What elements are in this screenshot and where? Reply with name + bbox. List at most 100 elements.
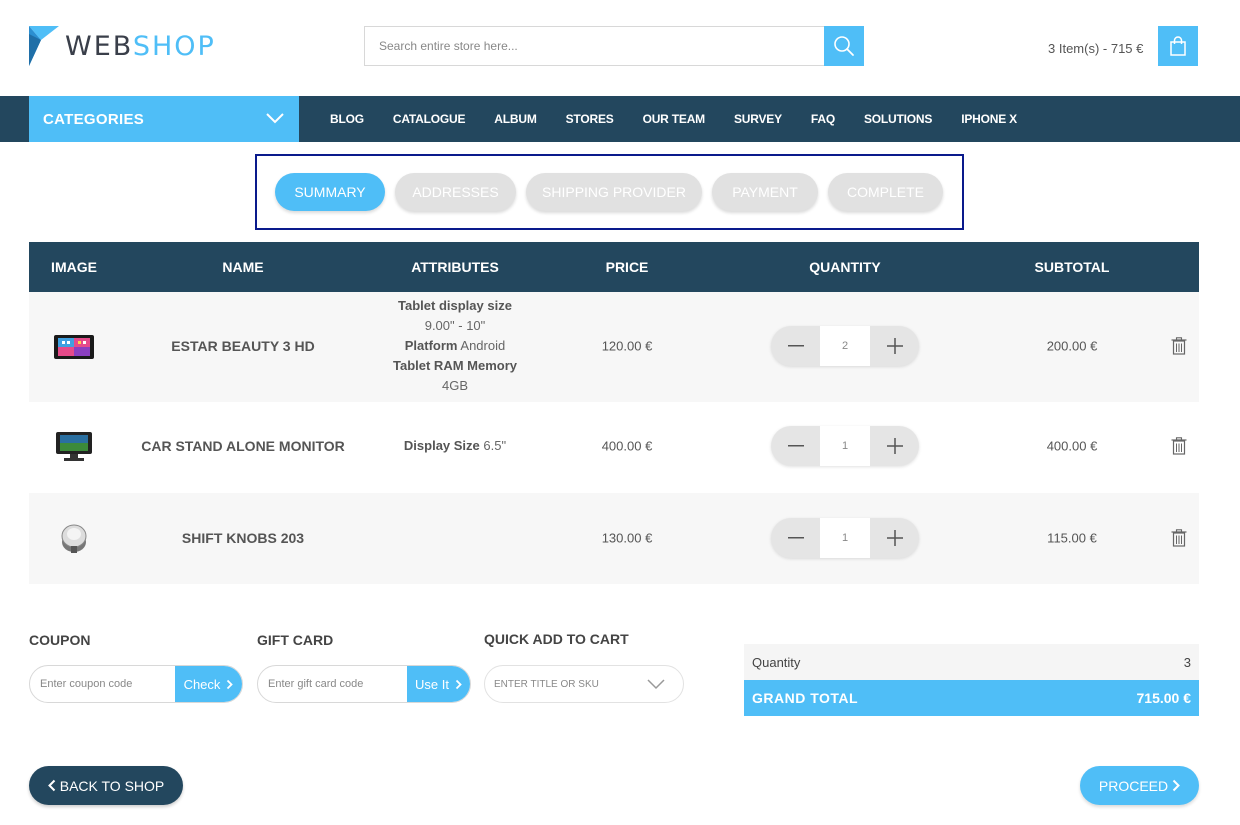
product-attributes: Tablet display size 9.00" - 10" Platform… [393,296,517,396]
product-subtotal: 200.00 € [1046,338,1098,354]
decrease-button[interactable] [771,426,820,466]
categories-dropdown[interactable]: CATEGORIES [29,96,299,142]
logo[interactable]: WEBSHOP [29,26,216,66]
categories-label: CATEGORIES [43,110,145,128]
chevron-right-icon [455,679,462,689]
trash-icon[interactable] [1171,337,1187,355]
header-image: IMAGE [51,259,97,275]
header-attributes: ATTRIBUTES [411,259,499,275]
nav-item-survey[interactable]: SURVEY [734,112,782,126]
increase-button[interactable] [870,426,919,466]
trash-icon[interactable] [1171,529,1187,547]
shift-knob-image[interactable] [58,522,90,554]
nav-item-iphone-x[interactable]: IPHONE X [961,112,1017,126]
coupon-input[interactable]: Enter coupon code [30,666,175,702]
plus-icon [886,338,903,354]
product-name[interactable]: ESTAR BEAUTY 3 HD [171,338,314,354]
quantity-total: 3 [1183,654,1191,670]
gift-card-title: GIFT CARD [257,632,334,648]
car-monitor-image[interactable] [54,430,94,462]
chevron-down-icon [266,113,284,124]
grand-total-label: GRAND TOTAL [752,690,859,706]
step-summary[interactable]: SUMMARY [275,173,385,211]
step-complete[interactable]: COMPLETE [828,173,943,211]
step-shipping-provider[interactable]: SHIPPING PROVIDER [526,173,702,211]
gift-card-input[interactable]: Enter gift card code [258,666,407,702]
minus-icon [787,345,804,347]
tablet-image[interactable] [54,335,94,359]
nav-item-blog[interactable]: BLOG [330,112,364,126]
increase-button[interactable] [870,518,919,558]
chevron-right-icon [227,679,234,689]
nav-item-album[interactable]: ALBUM [494,112,537,126]
attr-label: Tablet RAM Memory [393,358,517,373]
logo-mark-icon [29,26,59,66]
search-button[interactable] [824,26,864,66]
attr-label: Display Size [403,438,480,453]
nav-item-stores[interactable]: STORES [566,112,614,126]
minus-icon [787,537,804,539]
quantity-value[interactable]: 1 [820,518,870,558]
grand-total-row: GRAND TOTAL 715.00 € [744,680,1199,716]
minus-icon [787,445,804,447]
use-gift-card-button[interactable]: Use It [407,666,470,702]
product-price: 120.00 € [601,338,653,354]
search-input[interactable] [364,26,824,66]
product-subtotal: 115.00 € [1047,530,1097,546]
attr-value: 6.5" [483,438,507,453]
chevron-right-icon [1172,779,1181,792]
cart-summary[interactable]: 3 Item(s) - 715 € [1048,41,1143,56]
proceed-label: PROCEED [1098,777,1169,794]
product-name[interactable]: SHIFT KNOBS 203 [182,530,304,546]
table-row: SHIFT KNOBS 203 130.00 € 1 115.00 € [29,493,1199,584]
nav-item-our-team[interactable]: OUR TEAM [643,112,706,126]
chevron-left-icon [47,779,55,792]
header-quantity: QUANTITY [809,259,881,275]
use-gift-card-label: Use It [415,676,449,692]
step-addresses[interactable]: ADDRESSES [395,173,516,211]
search-bar [364,26,864,66]
decrease-button[interactable] [771,326,820,366]
header-price: PRICE [605,259,649,275]
proceed-button[interactable]: PROCEED [1080,766,1199,805]
decrease-button[interactable] [771,518,820,558]
quick-add-select[interactable]: ENTER TITLE OR SKU [484,665,684,703]
quick-add-title: QUICK ADD TO CART [484,631,629,647]
back-to-shop-button[interactable]: BACK TO SHOP [29,766,183,805]
logo-text-shop: SHOP [132,30,216,62]
increase-button[interactable] [870,326,919,366]
quick-add-placeholder: ENTER TITLE OR SKU [494,678,599,690]
quantity-value[interactable]: 1 [820,426,870,466]
product-attributes: Display Size 6.5" [404,436,506,456]
quantity-label: Quantity [752,654,801,670]
back-to-shop-label: BACK TO SHOP [59,777,165,794]
attr-label: Platform [404,338,458,353]
nav-item-catalogue[interactable]: CATALOGUE [393,112,466,126]
quantity-value[interactable]: 2 [820,326,870,366]
cart-button[interactable] [1158,26,1198,66]
main-navbar: CATEGORIES BLOG CATALOGUE ALBUM STORES O… [0,96,1240,142]
attr-value: 4GB [441,378,468,393]
totals-quantity-row: Quantity 3 [744,644,1199,680]
grand-total-value: 715.00 € [1136,690,1192,706]
gift-card-field: Enter gift card code Use It [257,665,471,703]
attr-label: Tablet display size [398,298,512,313]
checkout-steps: SUMMARY ADDRESSES SHIPPING PROVIDER PAYM… [255,154,964,230]
nav-item-faq[interactable]: FAQ [811,112,835,126]
quantity-stepper: 1 [771,518,919,558]
coupon-title: COUPON [29,632,91,648]
attr-value: 9.00" - 10" [424,318,486,333]
product-price: 400.00 € [601,438,653,454]
step-payment[interactable]: PAYMENT [712,173,818,211]
cart-table-header: IMAGE NAME ATTRIBUTES PRICE QUANTITY SUB… [29,242,1199,292]
nav-item-solutions[interactable]: SOLUTIONS [864,112,932,126]
check-coupon-button[interactable]: Check [175,666,242,702]
trash-icon[interactable] [1171,437,1187,455]
logo-text-web: WEB [65,30,133,62]
logo-text: WEBSHOP [65,33,216,60]
nav-menu: BLOG CATALOGUE ALBUM STORES OUR TEAM SUR… [330,96,1046,142]
header-subtotal: SUBTOTAL [1034,259,1110,275]
coupon-field: Enter coupon code Check [29,665,243,703]
table-row: ESTAR BEAUTY 3 HD Tablet display size 9.… [29,292,1199,402]
product-name[interactable]: CAR STAND ALONE MONITOR [141,438,345,454]
